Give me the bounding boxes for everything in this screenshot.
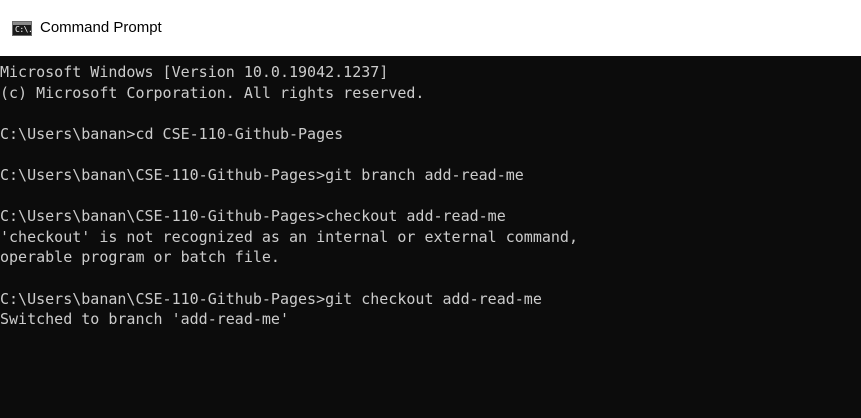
console-line: C:\Users\banan>cd CSE-110-Github-Pages [0, 124, 344, 143]
cmd-icon: C:\. [12, 20, 32, 36]
console-line: C:\Users\banan\CSE-110-Github-Pages>git … [0, 165, 524, 184]
console-line: 'checkout' is not recognized as an inter… [0, 227, 578, 246]
console-line: C:\Users\banan\CSE-110-Github-Pages>chec… [0, 207, 506, 226]
console-line: Microsoft Windows [Version 10.0.19042.12… [0, 63, 389, 81]
console-line: Switched to branch 'add-read-me' [0, 310, 289, 329]
window-title: Command Prompt [40, 19, 162, 36]
console-line: (c) Microsoft Corporation. All rights re… [0, 83, 425, 102]
console-line: operable program or batch file. [0, 248, 280, 267]
console-output[interactable]: Microsoft Windows [Version 10.0.19042.12… [0, 56, 861, 418]
console-line: C:\Users\banan\CSE-110-Github-Pages>git … [0, 289, 542, 308]
cmd-icon-glyph: C:\. [15, 24, 32, 34]
title-bar[interactable]: C:\. Command Prompt [0, 0, 861, 56]
command-prompt-window: C:\. Command Prompt Microsoft Windows [V… [0, 0, 861, 418]
